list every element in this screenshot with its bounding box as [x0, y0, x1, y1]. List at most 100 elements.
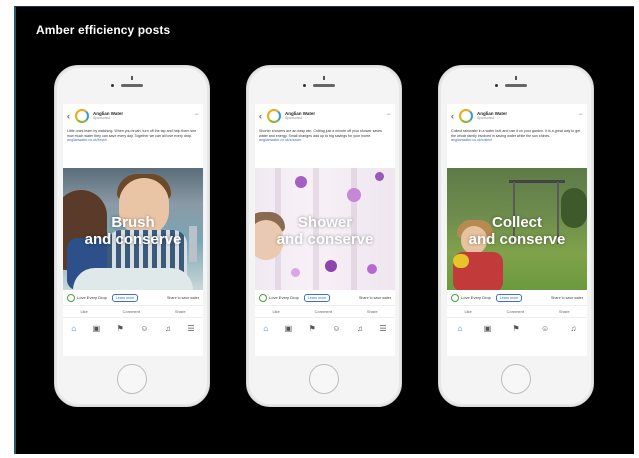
watch-tab-icon[interactable]: ▣: [93, 324, 101, 333]
watering-can: [453, 254, 469, 268]
more-options-icon[interactable]: ···: [194, 111, 199, 118]
notifications-tab-icon[interactable]: ♫: [357, 324, 363, 333]
page-logo-icon[interactable]: [267, 109, 281, 123]
groups-tab-icon[interactable]: ☺: [541, 324, 549, 333]
learn-more-button[interactable]: Learn more: [495, 293, 523, 302]
phone-sensor: [515, 76, 517, 80]
headline-line-1: Collect: [491, 214, 542, 231]
more-options-icon[interactable]: ···: [578, 111, 583, 118]
share-button[interactable]: Share: [367, 309, 378, 314]
post-image[interactable]: Collect and conserve: [447, 168, 587, 290]
brand-logo-icon: [259, 293, 267, 302]
phone-speaker: [313, 84, 335, 87]
comment-button[interactable]: Comment: [315, 309, 332, 314]
back-icon[interactable]: ‹: [67, 111, 75, 121]
menu-tab-icon[interactable]: ☰: [188, 324, 195, 333]
post-header: ‹ Anglian Water Sponsored · ◌ ···: [63, 104, 203, 128]
notifications-tab-icon[interactable]: ♫: [165, 324, 171, 333]
home-button[interactable]: [117, 364, 147, 394]
post-image[interactable]: Shower and conserve: [255, 168, 395, 290]
share-button[interactable]: Share: [559, 309, 570, 314]
menu-tab-icon[interactable]: ☰: [380, 324, 387, 333]
headline-line-2: and conserve: [468, 231, 566, 248]
curtain-pattern: [367, 264, 377, 274]
pages-tab-icon[interactable]: ⚑: [309, 324, 316, 333]
curtain-pattern: [295, 176, 307, 188]
engagement-bar: Love Every Drop Learn more Share to save…: [255, 290, 395, 306]
bottom-tab-bar: ⌂ ▣ ⚑ ☺ ♫: [447, 318, 587, 338]
back-icon[interactable]: ‹: [451, 111, 459, 121]
post-image[interactable]: Brush and conserve: [63, 168, 203, 290]
phone-mockup-brush: ‹ Anglian Water Sponsored · ◌ ··· Little…: [54, 65, 210, 407]
more-options-icon[interactable]: ···: [386, 111, 391, 118]
phone-camera: [303, 84, 306, 87]
comment-button[interactable]: Comment: [507, 309, 524, 314]
post-link[interactable]: anglianwater.co.uk/brush: [67, 138, 107, 142]
like-button[interactable]: Like: [464, 309, 471, 314]
headline-line-1: Shower: [297, 214, 353, 231]
page-subtitle: Sponsored · ◌: [285, 116, 308, 120]
headline-line-1: Brush: [111, 214, 155, 231]
like-button[interactable]: Like: [80, 309, 87, 314]
post-actions: Like Comment Share: [63, 306, 203, 318]
engagement-bar: Love Every Drop Learn more Share to save…: [447, 290, 587, 306]
post-body: Shorter showers are an easy win. Cutting…: [259, 129, 382, 138]
headline-line-2: and conserve: [84, 231, 182, 248]
page-logo-icon[interactable]: [459, 109, 473, 123]
post-body: Collect rainwater in a water butt and us…: [451, 129, 581, 138]
phone-sensor: [131, 76, 133, 80]
pages-tab-icon[interactable]: ⚑: [513, 324, 520, 333]
curtain-pattern: [347, 188, 361, 202]
home-button[interactable]: [309, 364, 339, 394]
notifications-tab-icon[interactable]: ♫: [570, 324, 576, 333]
post-link[interactable]: anglianwater.co.uk/collect: [451, 138, 492, 142]
bottom-tab-bar: ⌂ ▣ ⚑ ☺ ♫ ☰: [63, 318, 203, 338]
post-text: Shorter showers are an easy win. Cutting…: [255, 128, 395, 168]
slide: Amber efficiency posts ‹ Anglian Water S…: [14, 6, 634, 454]
cta-text[interactable]: Share to save water: [167, 296, 199, 300]
page-subtitle: Sponsored · ◌: [477, 116, 500, 120]
image-headline: Collect and conserve: [447, 214, 587, 248]
learn-more-button[interactable]: Learn more: [111, 293, 139, 302]
cta-text[interactable]: Share to save water: [551, 296, 583, 300]
slide-title: Amber efficiency posts: [36, 23, 171, 37]
back-icon[interactable]: ‹: [259, 111, 267, 121]
phone-screen: ‹ Anglian Water Sponsored · ◌ ··· Shorte…: [255, 104, 395, 356]
cta-text[interactable]: Share to save water: [359, 296, 391, 300]
home-tab-icon[interactable]: ⌂: [458, 324, 463, 333]
pages-tab-icon[interactable]: ⚑: [117, 324, 124, 333]
curtain-pattern: [325, 260, 337, 272]
home-tab-icon[interactable]: ⌂: [263, 324, 268, 333]
like-button[interactable]: Like: [272, 309, 279, 314]
post-link[interactable]: anglianwater.co.uk/shower: [259, 138, 301, 142]
page-logo-icon[interactable]: [75, 109, 89, 123]
sink: [73, 268, 193, 290]
share-button[interactable]: Share: [175, 309, 186, 314]
groups-tab-icon[interactable]: ☺: [332, 324, 340, 333]
engagement-bar: Love Every Drop Learn more Share to save…: [63, 290, 203, 306]
headline-line-2: and conserve: [276, 231, 374, 248]
phone-speaker: [505, 84, 527, 87]
phone-screen: ‹ Anglian Water Sponsored · ◌ ··· Collec…: [447, 104, 587, 356]
brand-logo-icon: [451, 293, 459, 302]
home-button[interactable]: [501, 364, 531, 394]
image-headline: Shower and conserve: [255, 214, 395, 248]
groups-tab-icon[interactable]: ☺: [140, 324, 148, 333]
phone-camera: [111, 84, 114, 87]
post-header: ‹ Anglian Water Sponsored · ◌ ···: [447, 104, 587, 128]
comment-button[interactable]: Comment: [123, 309, 140, 314]
engage-label: Love Every Drop: [77, 295, 107, 300]
curtain-pattern: [291, 268, 300, 277]
watch-tab-icon[interactable]: ▣: [285, 324, 293, 333]
learn-more-button[interactable]: Learn more: [303, 293, 331, 302]
post-text: Collect rainwater in a water butt and us…: [447, 128, 587, 168]
image-headline: Brush and conserve: [63, 214, 203, 248]
watch-tab-icon[interactable]: ▣: [484, 324, 492, 333]
phone-sensor: [323, 76, 325, 80]
page-subtitle: Sponsored · ◌: [93, 116, 116, 120]
engage-label: Love Every Drop: [461, 295, 491, 300]
home-tab-icon[interactable]: ⌂: [71, 324, 76, 333]
post-actions: Like Comment Share: [255, 306, 395, 318]
phone-screen: ‹ Anglian Water Sponsored · ◌ ··· Little…: [63, 104, 203, 356]
post-header: ‹ Anglian Water Sponsored · ◌ ···: [255, 104, 395, 128]
